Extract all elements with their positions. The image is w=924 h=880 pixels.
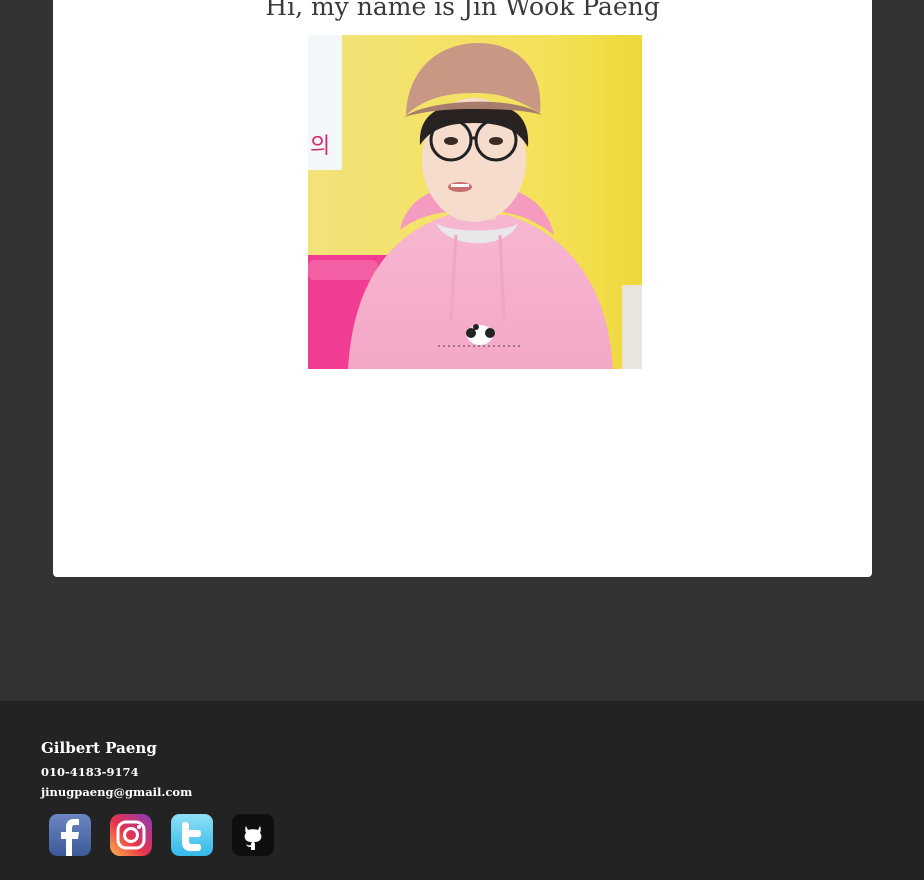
svg-text:의: 의	[310, 134, 330, 159]
site-footer: Gilbert Paeng 010-4183-9174 jinugpaeng@g…	[0, 701, 924, 880]
twitter-link[interactable]	[171, 814, 213, 856]
footer-name: Gilbert Paeng	[41, 739, 157, 757]
page-title: Hi, my name is Jin Wook Paeng	[265, 0, 660, 21]
footer-email: jinugpaeng@gmail.com	[41, 785, 193, 799]
profile-photo: 의	[308, 35, 642, 369]
instagram-link[interactable]	[110, 814, 152, 856]
github-link[interactable]	[232, 814, 274, 856]
twitter-icon	[171, 814, 213, 856]
instagram-icon	[110, 814, 152, 856]
facebook-link[interactable]	[49, 814, 91, 856]
facebook-icon	[49, 814, 91, 856]
footer-phone: 010-4183-9174	[41, 765, 139, 779]
main-card: Hi, my name is Jin Wook Paeng 의	[53, 0, 872, 577]
github-icon	[232, 814, 274, 856]
